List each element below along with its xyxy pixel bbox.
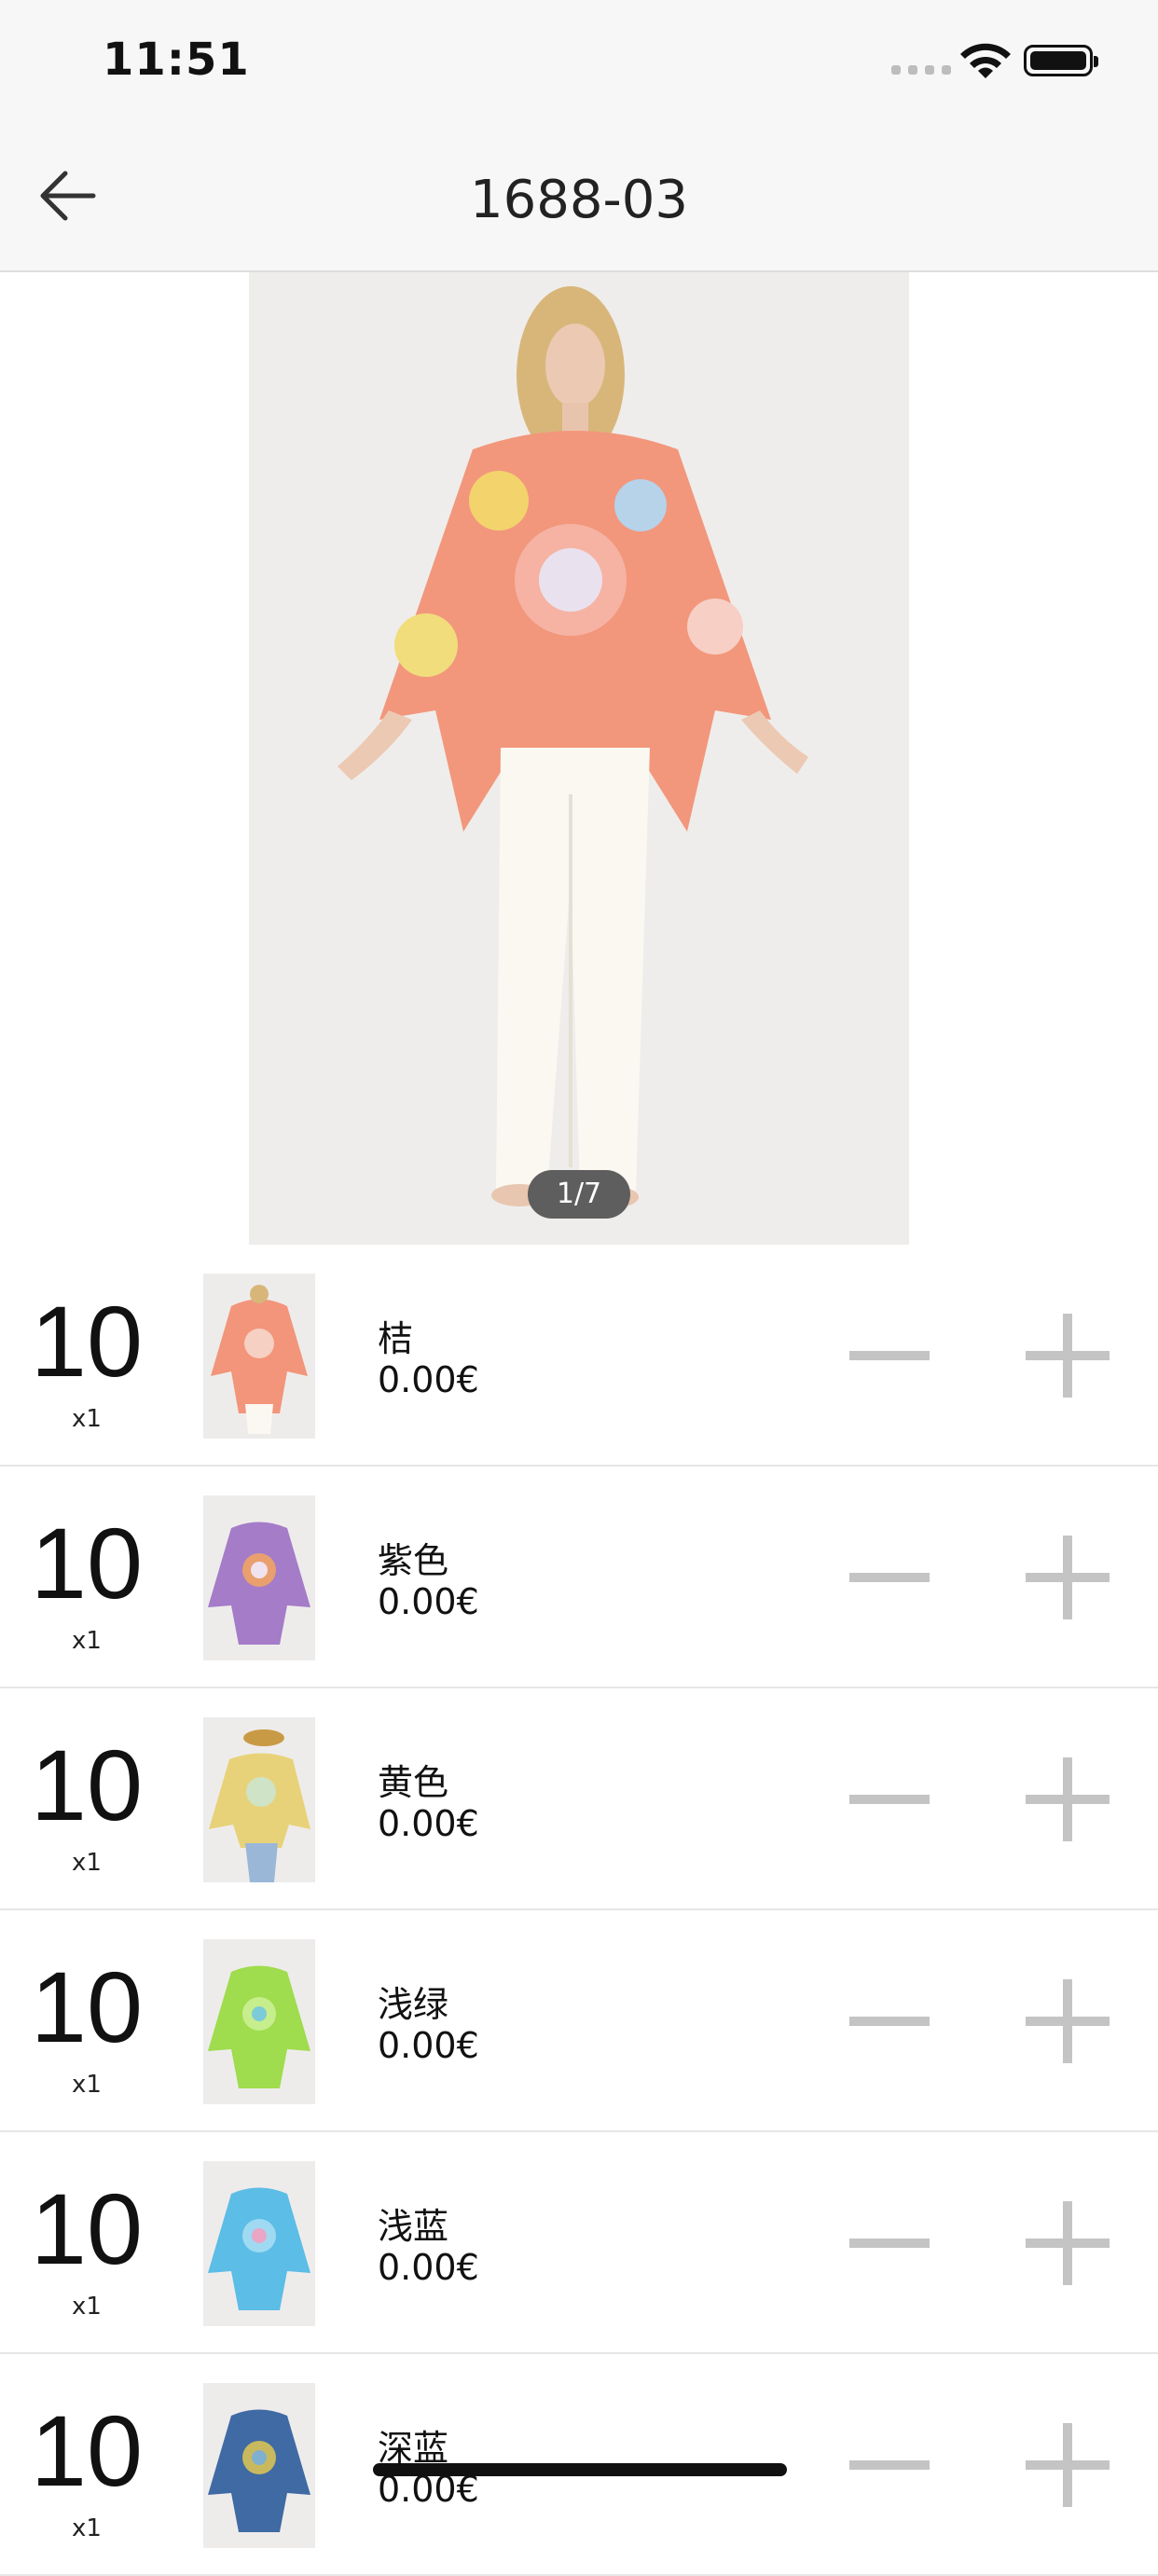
wifi-icon xyxy=(960,43,1011,78)
home-indicator xyxy=(373,2463,787,2476)
variant-price: 0.00€ xyxy=(378,1581,479,1622)
decrease-quantity-button[interactable] xyxy=(844,2432,935,2498)
variant-thumbnail[interactable] xyxy=(203,1495,315,1660)
variant-color-name: 浅蓝 xyxy=(378,2206,449,2247)
variant-color-name: 紫色 xyxy=(378,1540,449,1581)
variant-thumbnail[interactable] xyxy=(203,1274,315,1439)
variant-quantity: 10 xyxy=(30,2172,144,2285)
product-image-carousel[interactable] xyxy=(249,272,909,1245)
variant-row: 10 x1 黄色 0.00€ xyxy=(0,1688,1158,1910)
variant-quantity: 10 xyxy=(30,1285,144,1398)
page-title: 1688-03 xyxy=(470,170,688,230)
variant-color-name: 桔 xyxy=(378,1318,414,1359)
variant-price: 0.00€ xyxy=(378,2247,479,2288)
increase-quantity-button[interactable] xyxy=(1026,1314,1110,1398)
variant-multiplier: x1 xyxy=(72,1627,102,1655)
variant-row: 10 x1 浅蓝 0.00€ xyxy=(0,2132,1158,2354)
navigation-bar: 1688-03 xyxy=(0,123,1158,272)
decrease-quantity-button[interactable] xyxy=(844,1989,935,2054)
variant-price: 0.00€ xyxy=(378,1359,479,1400)
decrease-quantity-button[interactable] xyxy=(844,1767,935,1832)
variant-row: 10 x1 浅绿 0.00€ xyxy=(0,1910,1158,2132)
variant-thumbnail[interactable] xyxy=(203,2383,315,2548)
variant-multiplier: x1 xyxy=(72,1849,102,1877)
status-time: 11:51 xyxy=(103,34,250,86)
variant-multiplier: x1 xyxy=(72,2293,102,2321)
battery-icon xyxy=(1024,45,1098,76)
variant-row: 10 x1 紫色 0.00€ xyxy=(0,1467,1158,1688)
variant-color-name: 黄色 xyxy=(378,1762,449,1803)
increase-quantity-button[interactable] xyxy=(1026,2201,1110,2285)
decrease-quantity-button[interactable] xyxy=(844,2211,935,2276)
decrease-quantity-button[interactable] xyxy=(844,1545,935,1610)
variant-quantity: 10 xyxy=(30,1729,144,1841)
variant-quantity: 10 xyxy=(30,1950,144,2063)
variant-color-name: 浅绿 xyxy=(378,1984,449,2025)
variant-thumbnail[interactable] xyxy=(203,1717,315,1882)
variant-list: 10 x1 桔 0.00€ 10 x1 紫色 0.00€ 10 x1 黄色 0.… xyxy=(0,1245,1158,2576)
variant-thumbnail[interactable] xyxy=(203,1939,315,2104)
image-pager-badge: 1/7 xyxy=(528,1170,630,1219)
decrease-quantity-button[interactable] xyxy=(844,1323,935,1388)
status-bar: 11:51 xyxy=(0,0,1158,123)
variant-price: 0.00€ xyxy=(378,1803,479,1844)
increase-quantity-button[interactable] xyxy=(1026,1979,1110,2063)
variant-multiplier: x1 xyxy=(72,2071,102,2099)
increase-quantity-button[interactable] xyxy=(1026,2423,1110,2507)
variant-row: 10 x1 桔 0.00€ xyxy=(0,1245,1158,1467)
variant-quantity: 10 xyxy=(30,1507,144,1619)
variant-price: 0.00€ xyxy=(378,2025,479,2066)
product-photo xyxy=(249,272,909,1245)
variant-multiplier: x1 xyxy=(72,2514,102,2542)
increase-quantity-button[interactable] xyxy=(1026,1536,1110,1619)
increase-quantity-button[interactable] xyxy=(1026,1757,1110,1841)
cellular-signal-icon xyxy=(891,65,951,75)
variant-thumbnail[interactable] xyxy=(203,2161,315,2326)
variant-quantity: 10 xyxy=(30,2394,144,2507)
variant-multiplier: x1 xyxy=(72,1405,102,1433)
